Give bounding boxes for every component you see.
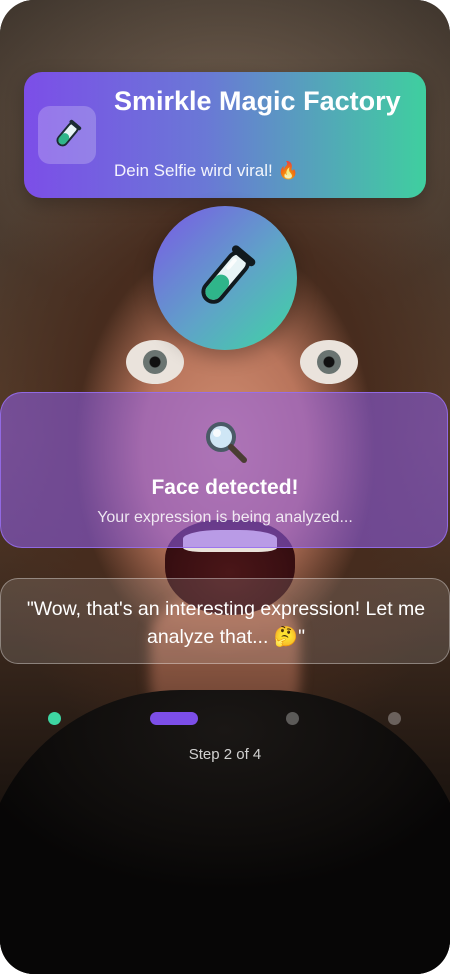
assistant-quote: "Wow, that's an interesting expression! … xyxy=(0,578,450,664)
quote-text: "Wow, that's an interesting expression! … xyxy=(26,598,426,648)
app-title: Smirkle Magic Factory xyxy=(114,86,401,116)
test-tube-icon xyxy=(38,106,96,164)
progress-dot-step-1 xyxy=(48,712,61,725)
status-badge xyxy=(153,206,297,350)
progress-dot-step-3 xyxy=(286,712,299,725)
photo-shirt xyxy=(0,690,450,974)
analysis-panel: Face detected! Your expression is being … xyxy=(0,392,448,548)
photo-eye-left xyxy=(126,340,184,384)
progress-dot-step-4 xyxy=(388,712,401,725)
magnifying-glass-icon xyxy=(206,422,247,463)
analysis-subtitle: Your expression is being analyzed... xyxy=(97,509,353,526)
step-indicator: Step 2 of 4 xyxy=(188,746,262,763)
app-subtitle: Dein Selfie wird viral! 🔥 xyxy=(114,161,299,180)
test-tube-icon xyxy=(201,245,256,304)
progress-dot-step-2 xyxy=(150,712,198,725)
analysis-title: Face detected! xyxy=(151,476,299,499)
header-card: Smirkle Magic Factory Dein Selfie wird v… xyxy=(24,72,426,198)
photo-eye-right xyxy=(300,340,358,384)
app-screen: Smirkle Magic Factory Dein Selfie wird v… xyxy=(0,0,450,974)
